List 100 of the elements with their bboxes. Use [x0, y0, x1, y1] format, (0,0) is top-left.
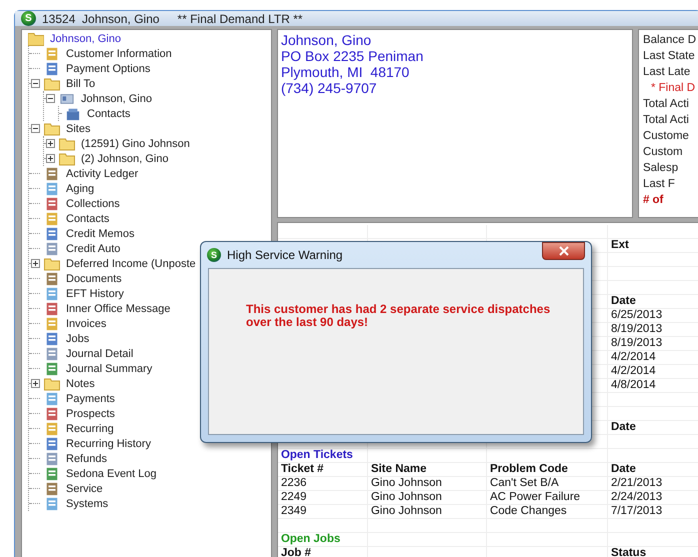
tree-item[interactable]: (2) Johnson, Gino	[80, 152, 170, 164]
expand-toggle[interactable]	[31, 79, 40, 88]
tree-item[interactable]: Service	[65, 482, 104, 494]
tree-item[interactable]: Deferred Income (Unposte	[65, 258, 197, 270]
app-logo-icon: S	[21, 11, 36, 26]
folder-icon	[44, 376, 60, 390]
address-line: (734) 245-9707	[280, 80, 378, 96]
expand-toggle[interactable]	[31, 124, 40, 133]
address-line: Plymouth, MI 48170	[280, 64, 410, 80]
document-icon	[44, 46, 60, 60]
expand-toggle[interactable]	[31, 379, 40, 388]
table-cell: 4/8/2014	[610, 379, 656, 391]
document-icon	[44, 392, 60, 406]
document-icon	[44, 182, 60, 196]
table-cell: 4/2/2014	[610, 365, 656, 377]
summary-label: Last F	[642, 177, 676, 192]
tree-item[interactable]: Refunds	[65, 452, 108, 464]
table-cell: Open Jobs	[280, 533, 340, 545]
expand-toggle[interactable]	[46, 94, 55, 103]
expand-toggle[interactable]	[31, 259, 40, 268]
table-cell: 2/24/2013	[610, 491, 662, 503]
address-line: Johnson, Gino	[280, 32, 372, 48]
tree-item[interactable]: Customer Information	[65, 48, 173, 60]
summary-label: Last Late	[642, 65, 692, 80]
document-icon	[44, 406, 60, 420]
document-icon	[44, 166, 60, 180]
tree-item[interactable]: Credit Memos	[65, 228, 136, 240]
document-icon	[44, 466, 60, 480]
folder-icon	[44, 76, 60, 90]
table-cell: Gino Johnson	[370, 491, 442, 503]
tree-item[interactable]: Documents	[65, 272, 123, 284]
table-cell: Site Name	[370, 463, 427, 475]
tree-item[interactable]: Journal Detail	[65, 348, 134, 360]
tree-item[interactable]: Sedona Event Log	[65, 468, 158, 480]
summary-label: Salesp	[642, 161, 680, 176]
table-cell: 2236	[280, 477, 307, 489]
summary-label: Custom	[642, 145, 684, 160]
tree-item[interactable]: Sites	[65, 122, 92, 134]
folder-icon	[59, 136, 75, 150]
tree-item[interactable]: Contacts	[86, 108, 132, 120]
table-cell: 6/25/2013	[610, 309, 662, 321]
document-icon	[44, 346, 60, 360]
document-icon	[44, 482, 60, 496]
address-line: PO Box 2235 Peniman	[280, 48, 424, 64]
expand-toggle[interactable]	[46, 139, 55, 148]
table-cell: Problem Code	[490, 463, 568, 475]
tree-item[interactable]: Bill To	[65, 78, 96, 90]
table-cell: 8/19/2013	[610, 323, 662, 335]
tree-item[interactable]: Systems	[65, 498, 110, 510]
table-cell: Can't Set B/A	[490, 477, 559, 489]
tree-item[interactable]: EFT History	[65, 288, 125, 300]
tree-item[interactable]: Johnson, Gino	[49, 32, 122, 44]
tree-item[interactable]: Notes	[65, 378, 96, 390]
table-cell: Ticket #	[280, 463, 324, 475]
folder-icon	[44, 122, 60, 136]
document-icon	[44, 362, 60, 376]
folder-icon	[44, 256, 60, 270]
document-icon	[44, 302, 60, 316]
table-cell: Date	[610, 295, 636, 307]
tree-item[interactable]: Prospects	[65, 408, 116, 420]
tree-item[interactable]: Payments	[65, 392, 116, 404]
tree-item[interactable]: Credit Auto	[65, 242, 122, 254]
document-icon	[44, 452, 60, 466]
document-icon	[44, 62, 60, 76]
table-cell: 2/21/2013	[610, 477, 662, 489]
document-icon	[44, 196, 60, 210]
close-button[interactable]	[542, 242, 585, 260]
summary-label: # of	[642, 193, 664, 208]
expand-toggle[interactable]	[46, 154, 55, 163]
tree-item[interactable]: Payment Options	[65, 62, 152, 74]
table-cell: Code Changes	[490, 505, 567, 517]
folder-icon	[59, 152, 75, 166]
tree-item[interactable]: Contacts	[65, 212, 110, 224]
summary-label: Total Acti	[642, 97, 690, 112]
tree-item[interactable]: Recurring	[65, 422, 115, 434]
tree-item[interactable]: Recurring History	[65, 438, 152, 450]
tree-item[interactable]: Invoices	[65, 318, 108, 330]
document-icon	[44, 332, 60, 346]
document-icon	[44, 422, 60, 436]
tree-item[interactable]: Johnson, Gino	[80, 92, 153, 104]
summary-label: Balance D	[642, 33, 696, 48]
table-cell: 7/17/2013	[610, 505, 662, 517]
table-cell: 4/2/2014	[610, 351, 656, 363]
tree-item[interactable]: Journal Summary	[65, 362, 154, 374]
tree-item[interactable]: Inner Office Message	[65, 302, 172, 314]
table-cell: Ext	[610, 239, 629, 251]
warning-message: This customer has had 2 separate service dispatches over the last 90 days!	[246, 303, 552, 329]
document-icon	[44, 436, 60, 450]
window-title: 13524 Johnson, Gino	[42, 12, 160, 26]
tree-item[interactable]: Jobs	[65, 332, 90, 344]
tree-item[interactable]: Collections	[65, 198, 121, 210]
tree-item[interactable]: Aging	[65, 182, 96, 194]
tree-item[interactable]: (12591) Gino Johnson	[80, 138, 191, 150]
tree-item[interactable]: Activity Ledger	[65, 168, 140, 180]
table-cell: 8/19/2013	[610, 337, 662, 349]
document-icon	[44, 286, 60, 300]
table-cell: Gino Johnson	[370, 477, 442, 489]
summary-label: Custome	[642, 129, 690, 144]
table-cell: 2349	[280, 505, 307, 517]
summary-label: * Final D	[650, 81, 696, 96]
